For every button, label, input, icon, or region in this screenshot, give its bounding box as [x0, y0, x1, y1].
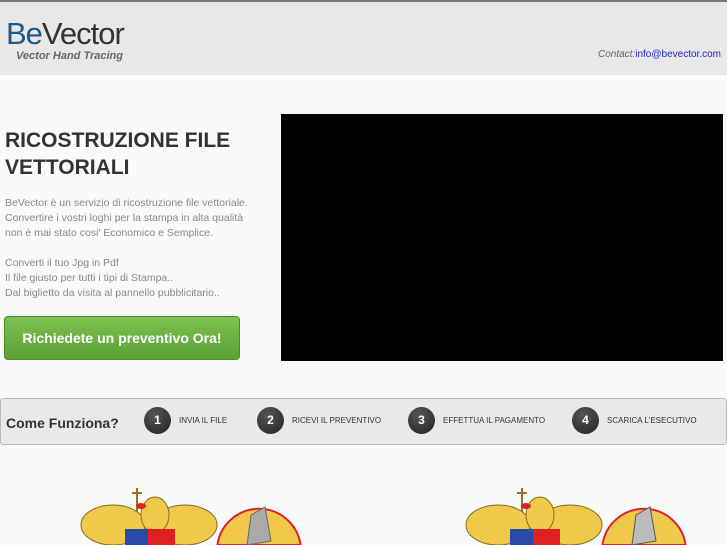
how-title: Come Funziona? — [6, 415, 119, 431]
logo-be: Be — [6, 16, 43, 51]
how-it-works-bar: Come Funziona? 1 INVIA IL FILE 2 RICEVI IL… — [0, 398, 727, 445]
coat-of-arms-image-before — [80, 488, 302, 545]
step-3: 3 EFFETTUA IL PAGAMENTO — [408, 407, 545, 434]
step-1: 1 INVIA IL FILE — [144, 407, 227, 434]
step-4: 4 SCARICA L'ESECUTIVO — [572, 407, 697, 434]
contact: Contact:info@bevector.com — [598, 49, 721, 60]
contact-label: Contact: — [598, 49, 636, 60]
contact-email-link[interactable]: info@bevector.com — [635, 49, 721, 60]
step-label: EFFETTUA IL PAGAMENTO — [443, 416, 546, 425]
header: BeVector Vector Hand Tracing Contact:inf… — [0, 0, 727, 75]
desc-line: non è mai stato cosi' Economico e Sempli… — [5, 227, 214, 239]
desc-line: Il file giusto per tutti i tipi di Stamp… — [5, 272, 174, 284]
logo[interactable]: BeVector Vector Hand Tracing — [6, 16, 125, 63]
step-number: 1 — [144, 407, 171, 434]
desc-line: Dal biglietto da visita al pannello pubb… — [5, 287, 220, 299]
desc-line: BeVector è un servizio di ricostruzione … — [5, 197, 248, 209]
step-number: 4 — [572, 407, 599, 434]
tagline: Vector Hand Tracing — [16, 50, 123, 62]
coat-of-arms-image-after — [465, 488, 687, 545]
video-player[interactable] — [281, 114, 723, 361]
step-label: SCARICA L'ESECUTIVO — [607, 416, 697, 425]
step-label: INVIA IL FILE — [179, 416, 228, 425]
logo-vector: Vector — [41, 16, 125, 51]
page-title: RICOSTRUZIONE FILE VETTORIALI — [5, 129, 231, 179]
step-number: 3 — [408, 407, 435, 434]
step-label: RICEVI IL PREVENTIVO — [292, 416, 382, 425]
step-2: 2 RICEVI IL PREVENTIVO — [257, 407, 381, 434]
description: BeVector è un servizio di ricostruzione … — [5, 196, 265, 301]
desc-line: Converti il tuo Jpg in Pdf — [5, 257, 119, 269]
step-number: 2 — [257, 407, 284, 434]
desc-line: Convertire i vostri loghi per la stampa … — [5, 212, 244, 224]
request-quote-button[interactable]: Richiedete un preventivo Ora! — [4, 316, 240, 360]
